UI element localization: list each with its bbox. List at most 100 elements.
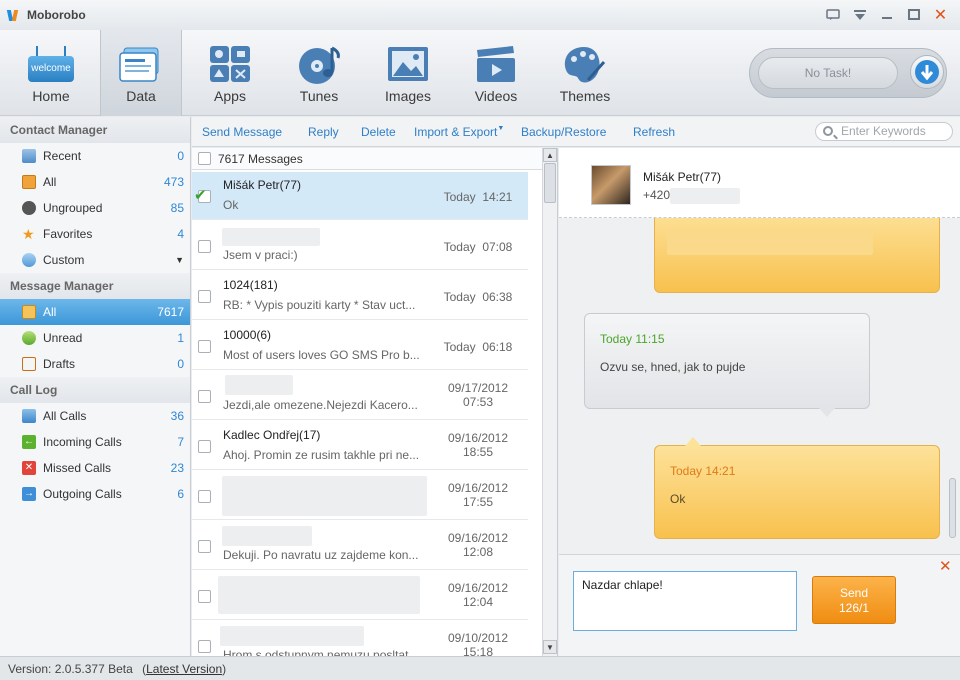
maximize-icon[interactable] [904, 6, 923, 24]
nav-themes[interactable]: Themes [544, 30, 626, 116]
message-row[interactable]: 09/16/2012 17:55 [192, 472, 528, 520]
send-message-button[interactable]: Send Message [202, 125, 282, 139]
nav-home[interactable]: welcome Home [10, 30, 92, 116]
scroll-thumb[interactable] [544, 163, 556, 203]
videos-icon [469, 44, 523, 88]
backup-restore-button[interactable]: Backup/Restore [521, 125, 606, 139]
outgoing-bubble-earlier [654, 208, 940, 293]
redacted-contact [218, 576, 420, 614]
scroll-up-icon[interactable]: ▲ [543, 148, 557, 162]
row-checkbox[interactable] [198, 490, 211, 503]
message-row[interactable]: Jsem v praci:) Today 07:08 [192, 222, 528, 270]
sidebar-item-custom[interactable]: Custom ▼ [0, 247, 190, 273]
phone-icon [22, 409, 36, 423]
feedback-icon[interactable] [823, 6, 842, 24]
sidebar-item-ungrouped[interactable]: Ungrouped 85 [0, 195, 190, 221]
reply-button[interactable]: Reply [308, 125, 339, 139]
welcome-icon: welcome [24, 44, 78, 88]
row-checkbox[interactable] [198, 590, 211, 603]
close-icon[interactable]: ✕ [931, 6, 950, 24]
redacted-contact [222, 476, 427, 516]
close-compose-icon[interactable]: ✕ [939, 557, 952, 575]
sidebar-item-all-contacts[interactable]: All 473 [0, 169, 190, 195]
redacted-contact [225, 375, 293, 395]
sidebar-item-all-messages[interactable]: All 7617 [0, 299, 190, 325]
row-checkbox[interactable] [198, 440, 211, 453]
outgoing-call-icon: → [22, 487, 36, 501]
ungrouped-icon [22, 201, 36, 215]
contact-manager-header: Contact Manager [0, 117, 190, 143]
images-icon [381, 44, 435, 88]
nav-videos[interactable]: Videos [455, 30, 537, 116]
send-button[interactable]: Send 126/1 [812, 576, 896, 624]
download-arrow-icon [915, 60, 939, 84]
search-input[interactable]: Enter Keywords [815, 122, 953, 141]
nav-apps[interactable]: Apps [189, 30, 271, 116]
row-checkbox[interactable] [198, 390, 211, 403]
task-status-button[interactable]: No Task! [758, 57, 898, 89]
version-label: Version: 2.0.5.377 Beta [8, 662, 133, 676]
scroll-thumb[interactable] [949, 478, 956, 538]
row-checkbox[interactable] [198, 240, 211, 253]
download-button[interactable] [910, 55, 944, 89]
custom-group-icon [22, 253, 36, 267]
message-row[interactable]: 10000(6) Most of users loves GO SMS Pro … [192, 322, 528, 370]
chevron-down-icon[interactable]: ▼ [175, 255, 184, 265]
compose-panel: ✕ Nazdar chlape! Send 126/1 [559, 554, 960, 656]
latest-version-link-wrapper: (Latest Version) [142, 662, 227, 676]
message-row[interactable]: Jezdi,ale omezene.Nejezdi Kacero... 09/1… [192, 372, 528, 420]
delete-button[interactable]: Delete [361, 125, 396, 139]
themes-icon [558, 44, 612, 88]
minimize-icon[interactable] [877, 6, 896, 24]
conversation-scrollbar[interactable] [945, 148, 960, 554]
envelope-icon [22, 305, 36, 319]
conversation-header: Mišák Petr(77) +420 [559, 148, 960, 218]
sidebar-item-drafts[interactable]: Drafts 0 [0, 351, 190, 377]
scroll-down-icon[interactable]: ▼ [543, 640, 557, 654]
message-input[interactable]: Nazdar chlape! [573, 571, 797, 631]
latest-version-link[interactable]: Latest Version [146, 662, 222, 676]
unread-icon [22, 331, 36, 345]
message-row[interactable]: 09/16/2012 12:04 [192, 572, 528, 620]
sidebar-item-outgoing-calls[interactable]: → Outgoing Calls 6 [0, 481, 190, 507]
drafts-icon [22, 357, 36, 371]
search-icon [823, 126, 833, 136]
menu-icon[interactable] [850, 6, 869, 24]
all-contacts-icon [22, 175, 36, 189]
incoming-bubble: Today 11:15 Ozvu se, hned, jak to pujde [584, 313, 870, 417]
row-checkbox[interactable] [198, 340, 211, 353]
call-log-header: Call Log [0, 377, 190, 403]
sidebar-item-incoming-calls[interactable]: ← Incoming Calls 7 [0, 429, 190, 455]
title-bar: Moborobo ✕ [0, 0, 960, 30]
redacted-contact [220, 626, 364, 646]
sidebar-item-favorites[interactable]: ★ Favorites 4 [0, 221, 190, 247]
row-checkbox[interactable] [198, 290, 211, 303]
sidebar-item-unread[interactable]: Unread 1 [0, 325, 190, 351]
nav-tunes[interactable]: Tunes [278, 30, 360, 116]
status-bar: Version: 2.0.5.377 Beta (Latest Version) [0, 656, 960, 680]
sidebar-item-missed-calls[interactable]: ✕ Missed Calls 23 [0, 455, 190, 481]
avatar [591, 165, 631, 205]
select-all-checkbox[interactable] [198, 152, 211, 165]
message-list-scrollbar[interactable]: ▲ ▼ [542, 148, 557, 656]
import-export-button[interactable]: Import & Export▼ [414, 125, 504, 139]
sidebar-item-recent[interactable]: Recent 0 [0, 143, 190, 169]
window-title: Moborobo [27, 8, 86, 22]
message-row[interactable]: Kadlec Ondřej(17) Ahoj. Promin ze rusim … [192, 422, 528, 470]
row-checkbox[interactable] [198, 540, 211, 553]
redacted-contact [222, 526, 312, 546]
message-row[interactable]: ✔ Mišák Petr(77) Ok Today 14:21 [192, 172, 528, 220]
refresh-button[interactable]: Refresh [633, 125, 675, 139]
message-row[interactable]: Dekuji. Po navratu uz zajdeme kon... 09/… [192, 522, 528, 570]
message-row[interactable]: Hrom s odstupnym nemuzu posltat... 09/10… [192, 622, 528, 656]
missed-call-icon: ✕ [22, 461, 36, 475]
message-list: 7617 Messages ✔ Mišák Petr(77) Ok Today … [192, 148, 558, 656]
sidebar-item-all-calls[interactable]: All Calls 36 [0, 403, 190, 429]
row-checkbox[interactable] [198, 640, 211, 653]
message-row[interactable]: 1024(181) RB: * Vypis pouziti karty * St… [192, 272, 528, 320]
action-bar: Send Message Reply Delete Import & Expor… [192, 117, 960, 147]
outgoing-bubble: Today 14:21 Ok [654, 437, 940, 539]
nav-data[interactable]: Data [100, 30, 182, 116]
nav-images[interactable]: Images [367, 30, 449, 116]
checkmark-icon: ✔ [194, 187, 207, 204]
